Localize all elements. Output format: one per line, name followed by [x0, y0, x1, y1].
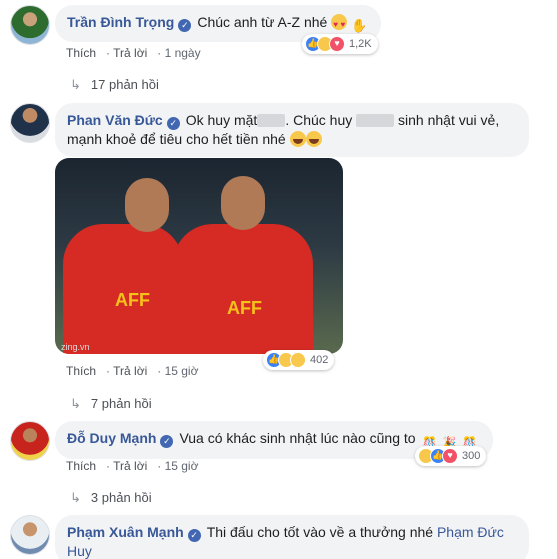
reaction-count: 300 — [462, 450, 481, 462]
comment-photo[interactable]: AFF AFF zing.vn — [55, 158, 343, 354]
comment-text: . Chúc huy — [285, 112, 353, 128]
mention-link[interactable]: Huy — [67, 543, 92, 559]
timestamp[interactable]: 1 ngày — [165, 46, 201, 60]
avatar[interactable] — [10, 5, 50, 45]
avatar[interactable] — [10, 515, 50, 555]
censored-text — [257, 114, 286, 127]
jersey-text: AFF — [227, 298, 262, 318]
comment-text: Thi đấu cho tốt vào về a thưởng nhé — [206, 524, 434, 540]
love-reaction-icon: ♥ — [442, 448, 458, 464]
verified-badge-icon: ✓ — [160, 435, 174, 448]
verified-badge-icon: ✓ — [187, 529, 201, 542]
player-figure — [63, 224, 183, 354]
replies-label: 17 phản hồi — [90, 77, 159, 92]
avatar[interactable] — [10, 421, 50, 461]
haha-reaction-icon — [290, 352, 306, 368]
reply-link[interactable]: Trả lời — [113, 46, 147, 60]
reply-link[interactable]: Trả lời — [113, 459, 147, 473]
laughing-emoji-icon — [289, 131, 306, 147]
like-link[interactable]: Thích — [66, 364, 96, 378]
replies-label: 7 phản hồi — [90, 396, 152, 411]
comment-text: sinh nhật vui vẻ, — [398, 112, 500, 128]
player-head — [125, 178, 169, 232]
censored-text — [356, 114, 395, 127]
mention-link[interactable]: Phạm Đức — [437, 524, 504, 540]
comment-text: Chúc anh từ A-Z nhé — [197, 14, 328, 30]
reaction-summary[interactable]: 👍 402 — [263, 350, 335, 370]
view-replies-link[interactable]: ↳ 7 phản hồi — [70, 396, 152, 412]
love-reaction-icon: ♥ — [329, 36, 345, 52]
like-link[interactable]: Thích — [66, 46, 96, 60]
reaction-count: 1,2K — [349, 38, 372, 50]
view-replies-link[interactable]: ↳ 3 phản hồi — [70, 490, 152, 506]
comment-author[interactable]: Phạm Xuân Mạnh — [67, 524, 184, 540]
jersey-text: AFF — [115, 290, 150, 310]
comment-actions: Thích · Trả lời · 1 ngày — [66, 46, 201, 60]
heart-eyes-emoji-icon — [331, 14, 348, 34]
verified-badge-icon: ✓ — [178, 19, 192, 32]
comment-author[interactable]: Đỗ Duy Mạnh — [67, 430, 156, 446]
avatar[interactable] — [10, 103, 50, 143]
comment-bubble: Phan Văn Đức ✓ Ok huy mặt . Chúc huy sinh n… — [55, 103, 529, 157]
verified-badge-icon: ✓ — [166, 117, 180, 130]
timestamp[interactable]: 15 giờ — [165, 364, 199, 378]
clap-emoji-icon: ✋ — [351, 18, 368, 33]
photo-watermark: zing.vn — [61, 342, 90, 352]
comment-bubble: Phạm Xuân Mạnh ✓ Thi đấu cho tốt vào về a … — [55, 515, 529, 559]
reaction-summary[interactable]: 👍 ♥ 1,2K — [302, 34, 378, 54]
comment-actions: Thích · Trả lời · 15 giờ — [66, 364, 199, 378]
timestamp[interactable]: 15 giờ — [165, 459, 199, 473]
comment-text: Vua có khác sinh nhật lúc nào cũng to — [179, 430, 416, 446]
reaction-summary[interactable]: 👍 ♥ 300 — [415, 446, 487, 466]
player-head — [221, 176, 265, 230]
replies-label: 3 phản hồi — [90, 490, 152, 505]
laughing-emoji-icon — [305, 131, 322, 147]
comment-actions: Thích · Trả lời · 15 giờ — [66, 459, 199, 473]
reply-arrow-icon: ↳ — [70, 396, 81, 411]
player-figure — [173, 224, 313, 354]
reply-arrow-icon: ↳ — [70, 77, 81, 92]
comment-text: mạnh khoẻ để tiêu cho hết tiền nhé — [67, 131, 286, 147]
reply-link[interactable]: Trả lời — [113, 364, 147, 378]
comment-author[interactable]: Phan Văn Đức — [67, 112, 163, 128]
reaction-count: 402 — [310, 354, 329, 366]
view-replies-link[interactable]: ↳ 17 phản hồi — [70, 77, 159, 93]
reply-arrow-icon: ↳ — [70, 490, 81, 505]
like-link[interactable]: Thích — [66, 459, 96, 473]
comment-author[interactable]: Trần Đình Trọng — [67, 14, 174, 30]
comment-text: Ok huy mặt — [185, 112, 258, 128]
